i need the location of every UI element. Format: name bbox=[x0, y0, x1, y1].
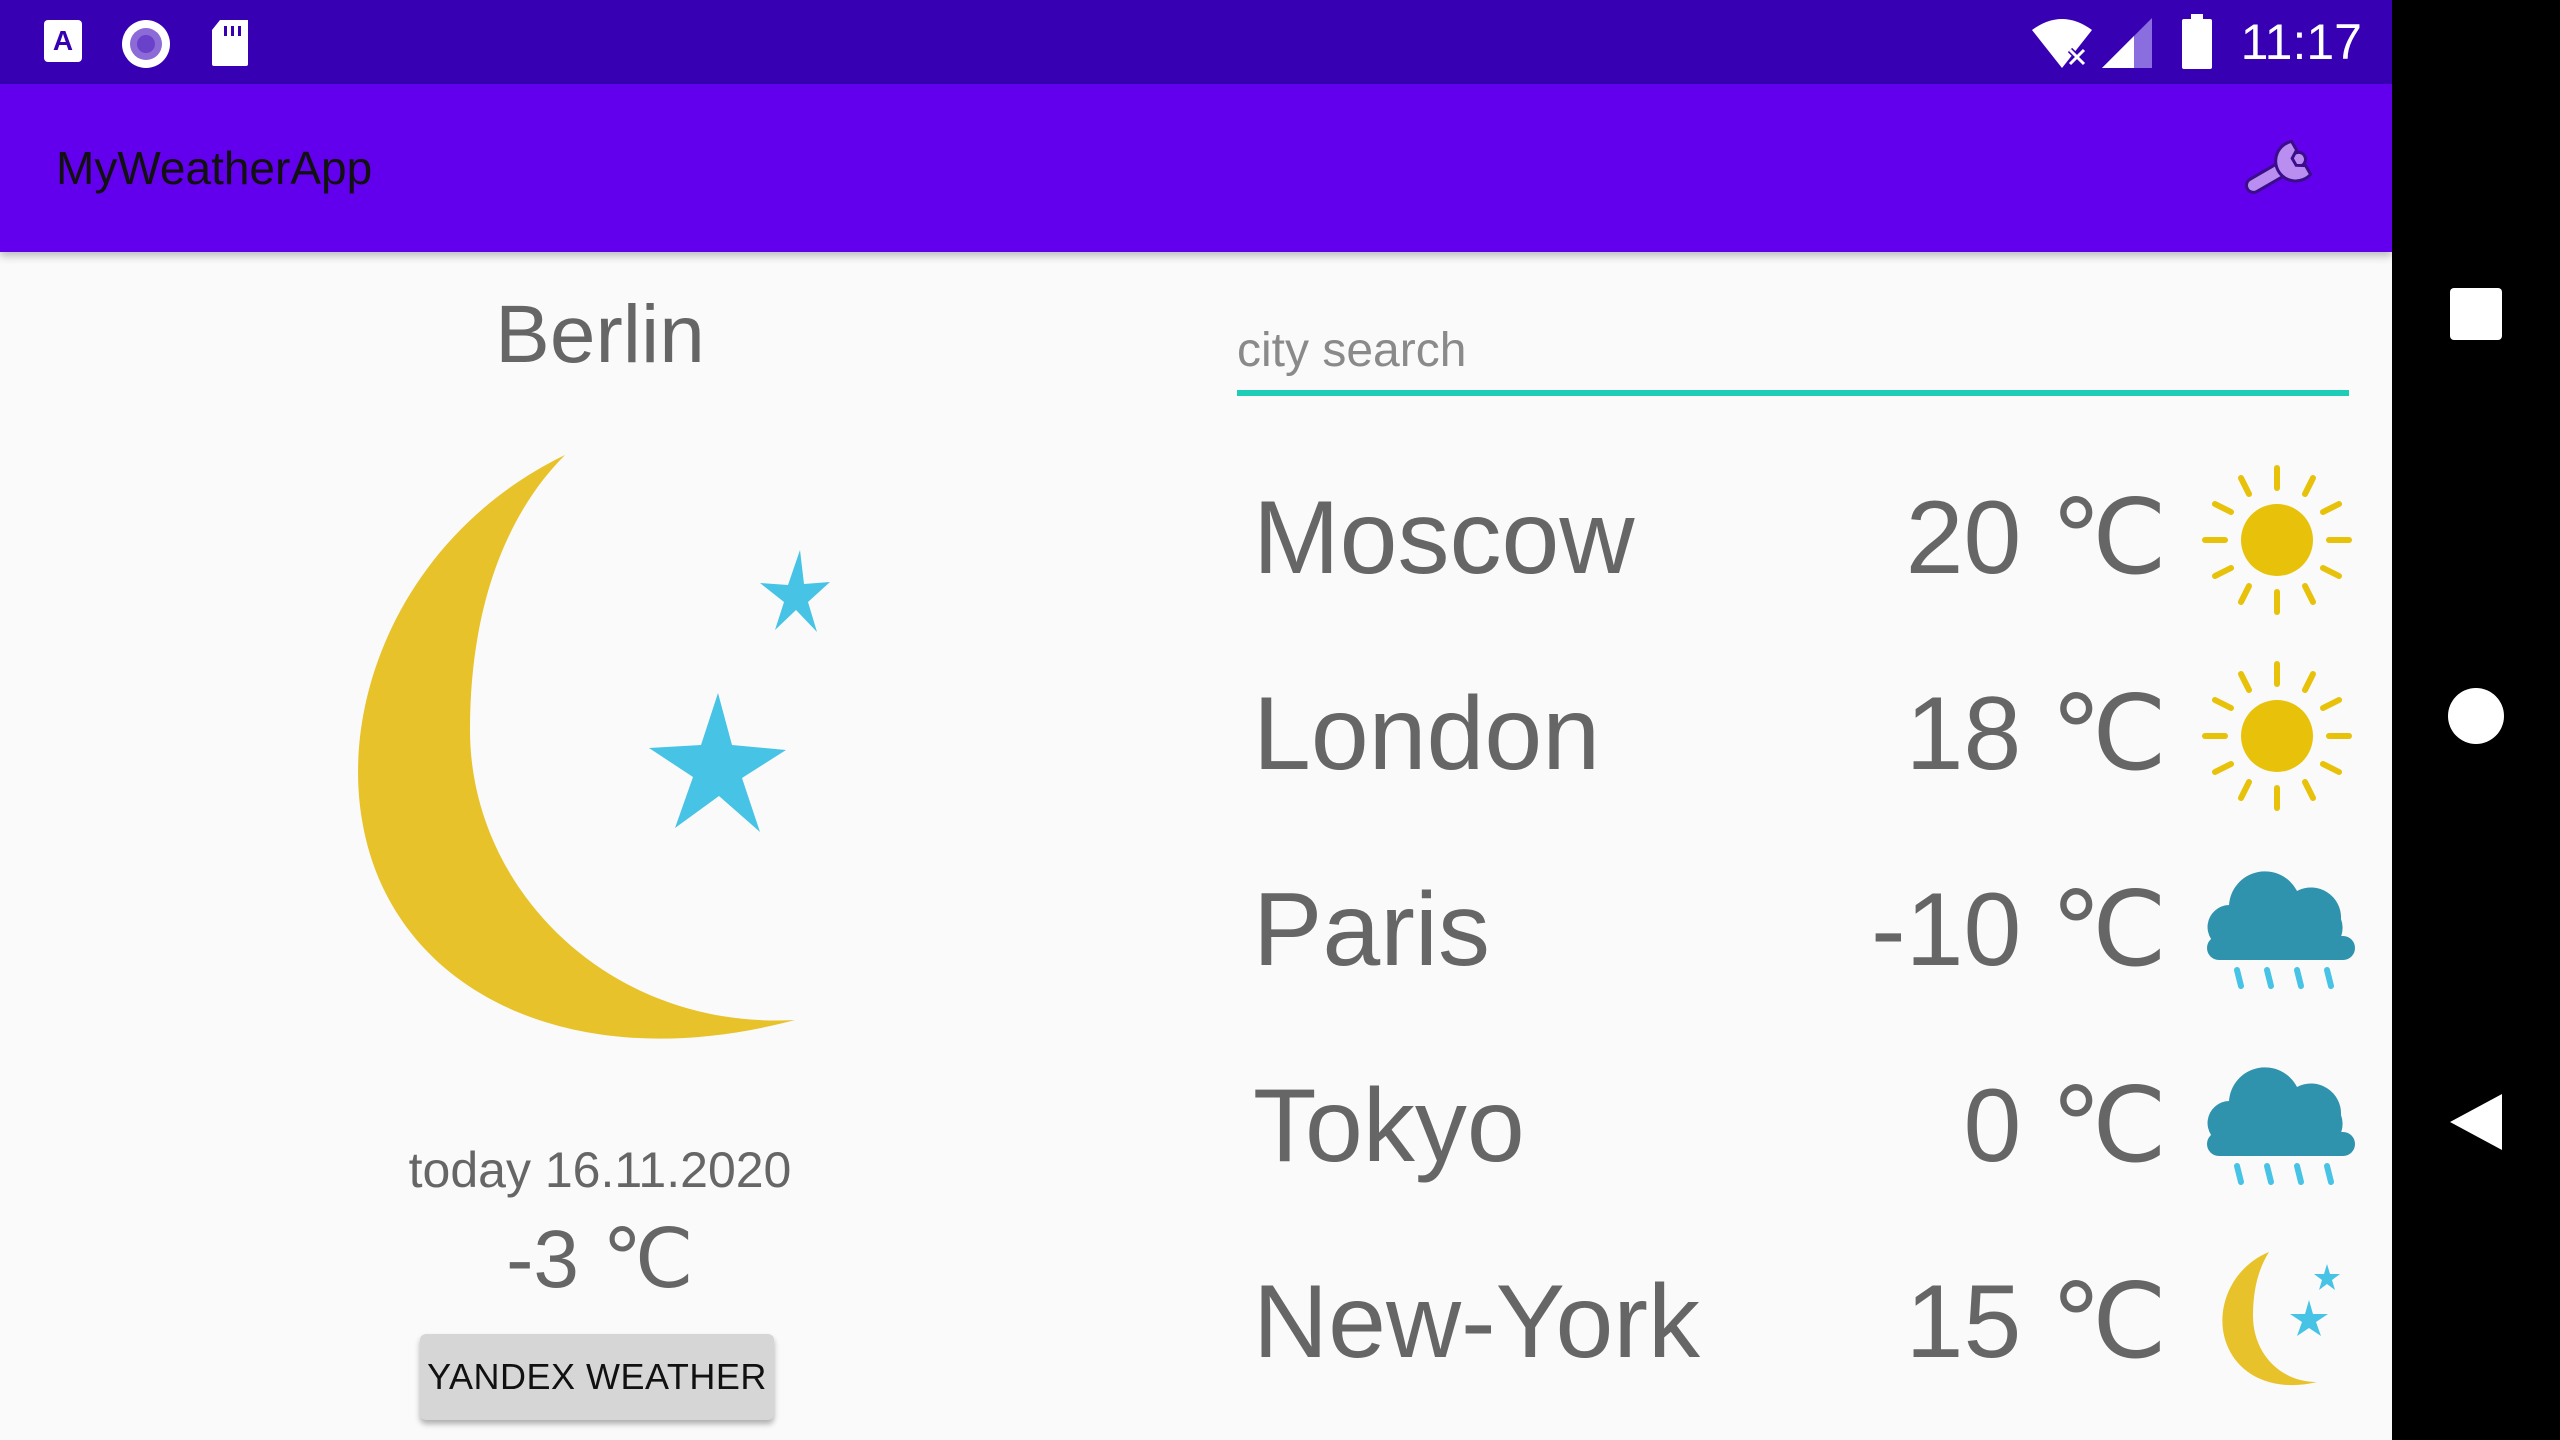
current-city-name: Berlin bbox=[495, 289, 705, 380]
settings-button[interactable] bbox=[2230, 118, 2340, 218]
city-list: Moscow 20 ℃ London 18 ℃ Paris -10 ℃ Toky… bbox=[1237, 440, 2367, 1440]
city-row-name: Tokyo bbox=[1253, 1068, 1525, 1184]
wifi-icon bbox=[2030, 16, 2094, 75]
navigation-bar bbox=[2392, 0, 2560, 1440]
city-row-moscow[interactable]: Moscow 20 ℃ bbox=[1237, 440, 2367, 636]
city-row-london[interactable]: London 18 ℃ bbox=[1237, 636, 2367, 832]
home-button[interactable] bbox=[2436, 678, 2516, 758]
app-screen: A 11:17 MyWeatherApp Berlin today 16.11.… bbox=[0, 0, 2392, 1440]
app-a-icon: A bbox=[42, 18, 84, 69]
city-row-temp: -10 ℃ bbox=[1870, 872, 2167, 988]
city-row-tokyo[interactable]: Tokyo 0 ℃ bbox=[1237, 1028, 2367, 1224]
svg-text:A: A bbox=[53, 25, 73, 56]
overview-icon bbox=[2448, 286, 2504, 347]
app-bar: MyWeatherApp bbox=[0, 84, 2392, 252]
city-row-name: Paris bbox=[1253, 872, 1490, 988]
home-icon bbox=[2446, 686, 2506, 751]
sd-card-icon bbox=[208, 18, 252, 73]
record-icon bbox=[120, 18, 172, 75]
moon-stars-icon bbox=[2197, 1244, 2357, 1404]
sun-icon bbox=[2197, 656, 2357, 816]
back-icon bbox=[2446, 1090, 2506, 1159]
sun-icon bbox=[2197, 460, 2357, 620]
city-row-name: New-York bbox=[1253, 1264, 1700, 1380]
status-time: 11:17 bbox=[2240, 14, 2362, 70]
city-row-temp: 0 ℃ bbox=[1963, 1068, 2167, 1184]
city-row-name: Moscow bbox=[1253, 480, 1635, 596]
city-row-temp: 20 ℃ bbox=[1905, 480, 2167, 596]
wrench-icon bbox=[2235, 126, 2335, 211]
back-button[interactable] bbox=[2436, 1084, 2516, 1164]
overview-button[interactable] bbox=[2436, 276, 2516, 356]
city-row-temp: 18 ℃ bbox=[1905, 676, 2167, 792]
rain-cloud-icon bbox=[2197, 852, 2357, 1012]
city-row-new-york[interactable]: New-York 15 ℃ bbox=[1237, 1224, 2367, 1420]
city-row-paris[interactable]: Paris -10 ℃ bbox=[1237, 832, 2367, 1028]
rain-cloud-icon bbox=[2197, 1048, 2357, 1208]
current-date: today 16.11.2020 bbox=[408, 1142, 792, 1198]
battery-icon bbox=[2180, 14, 2214, 75]
status-bar: A 11:17 bbox=[0, 0, 2392, 84]
moon-stars-icon bbox=[340, 440, 860, 1080]
current-temperature: -3 ℃ bbox=[506, 1214, 694, 1305]
signal-icon bbox=[2100, 16, 2154, 75]
city-search-input[interactable] bbox=[1237, 310, 2349, 396]
city-row-temp: 15 ℃ bbox=[1905, 1264, 2167, 1380]
yandex-weather-button[interactable]: YANDEX WEATHER bbox=[420, 1334, 774, 1420]
app-title: MyWeatherApp bbox=[56, 142, 373, 194]
city-row-name: London bbox=[1253, 676, 1601, 792]
